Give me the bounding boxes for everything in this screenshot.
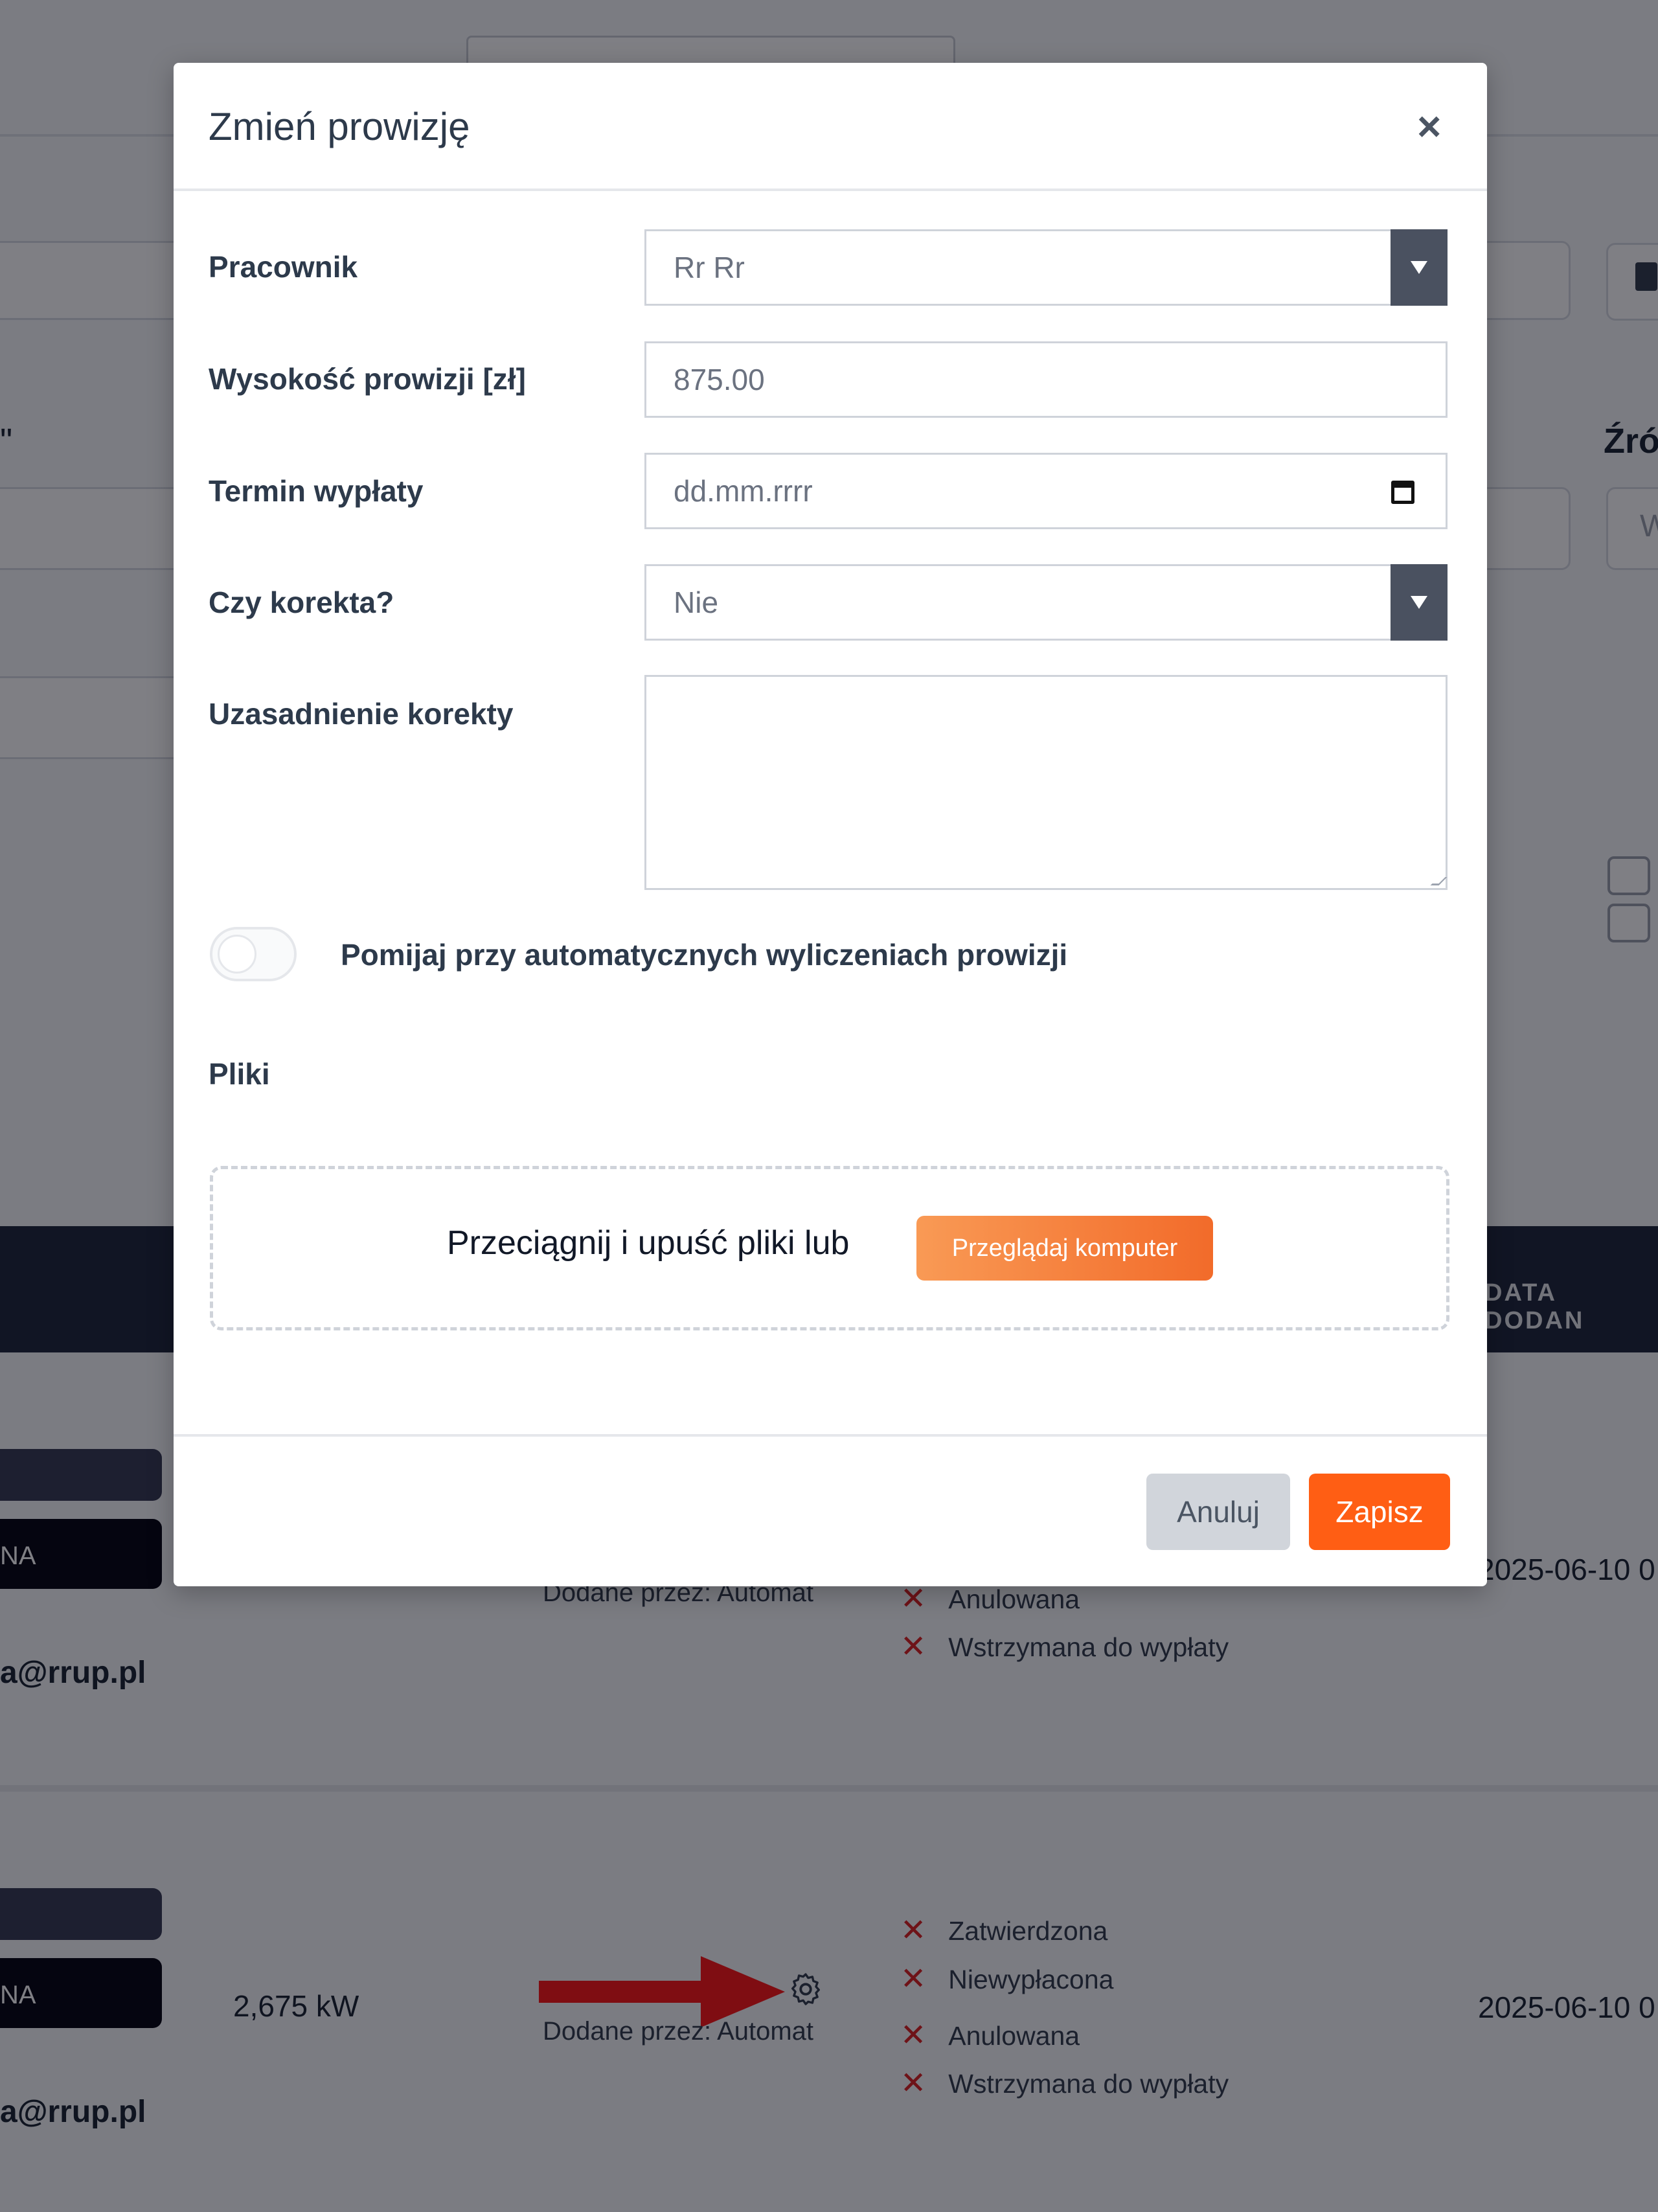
browse-computer-button[interactable]: Przeglądaj komputer (916, 1216, 1213, 1281)
correction-select[interactable]: Nie (644, 564, 1448, 641)
save-button[interactable]: Zapisz (1309, 1474, 1450, 1550)
modal-title: Zmień prowizję (209, 105, 470, 148)
modal-header: Zmień prowizję × (174, 63, 1487, 191)
cancel-button[interactable]: Anuluj (1146, 1474, 1290, 1550)
toggle-knob (218, 935, 256, 974)
correction-label: Czy korekta? (209, 586, 394, 619)
calendar-icon[interactable] (1391, 481, 1414, 504)
commission-amount-input[interactable]: 875.00 (644, 341, 1448, 418)
employee-select[interactable]: Rr Rr (644, 229, 1448, 306)
modal-footer-divider (174, 1434, 1487, 1437)
correction-reason-label: Uzasadnienie korekty (209, 697, 514, 731)
skip-auto-calc-label: Pomijaj przy automatycznych wyliczeniach… (341, 938, 1068, 972)
close-icon[interactable]: × (1417, 106, 1441, 147)
resize-grip-icon[interactable] (1430, 877, 1448, 885)
correction-reason-textarea[interactable] (644, 675, 1448, 890)
dropzone-text: Przeciągnij i upuść pliki lub (447, 1224, 850, 1262)
payout-date-input[interactable]: dd.mm.rrrr (644, 453, 1448, 529)
files-label: Pliki (209, 1057, 270, 1091)
commission-amount-value: 875.00 (674, 363, 765, 396)
commission-amount-label: Wysokość prowizji [zł] (209, 362, 526, 396)
edit-commission-modal: Zmień prowizję × Pracownik Rr Rr Wysokoś… (174, 63, 1487, 1586)
caret-down-icon[interactable] (1391, 564, 1448, 641)
payout-date-placeholder: dd.mm.rrrr (674, 474, 813, 508)
caret-down-icon[interactable] (1391, 229, 1448, 306)
correction-select-value: Nie (674, 586, 719, 619)
payout-date-label: Termin wypłaty (209, 474, 424, 508)
skip-auto-calc-toggle[interactable] (210, 927, 297, 981)
employee-label: Pracownik (209, 250, 358, 284)
employee-select-value: Rr Rr (674, 251, 745, 284)
